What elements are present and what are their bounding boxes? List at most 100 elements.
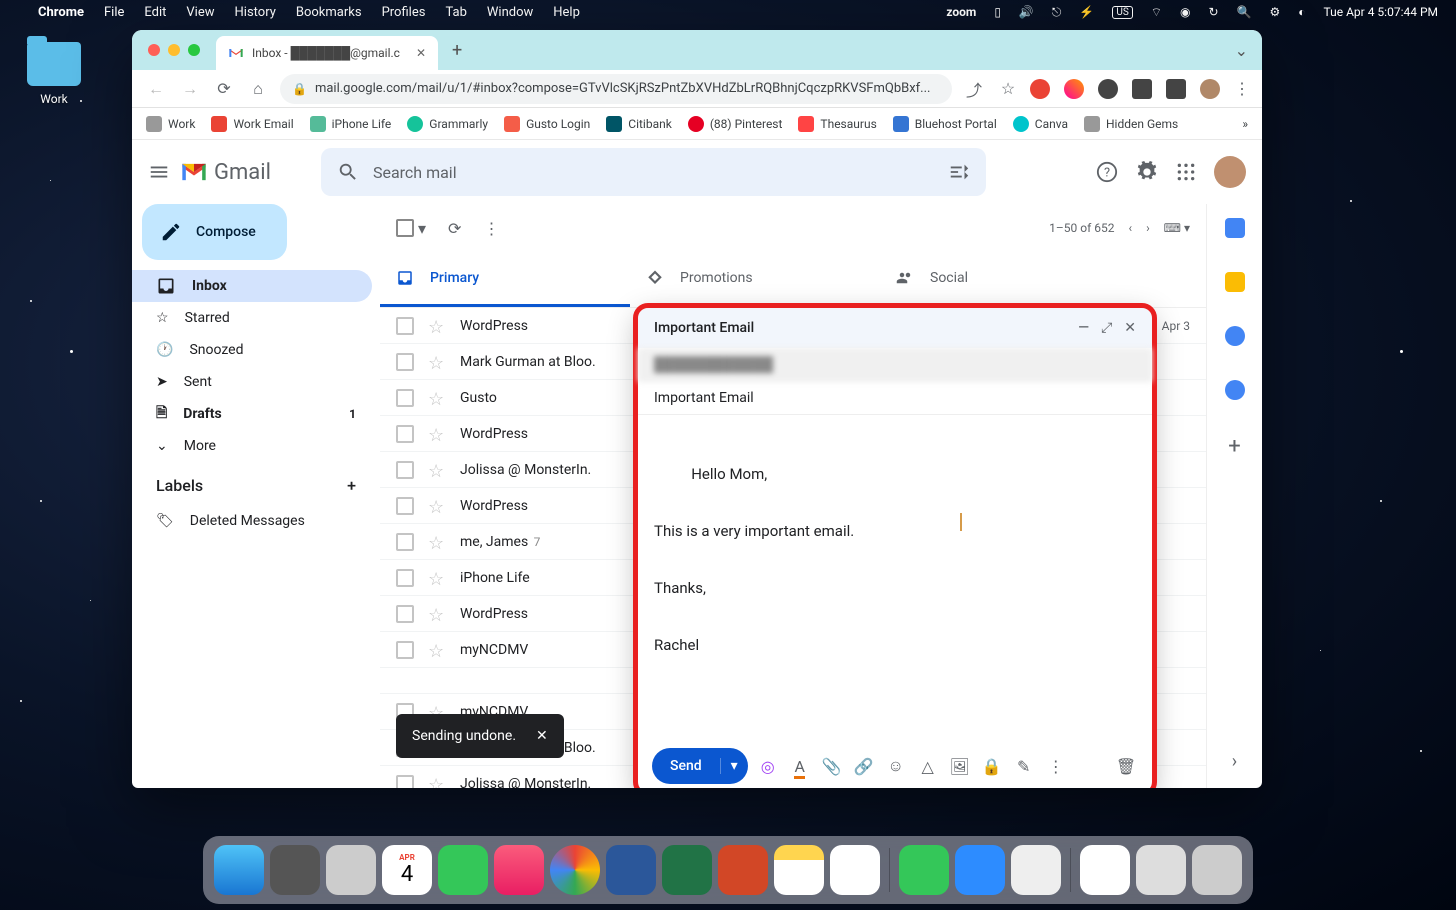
chrome-app-icon[interactable]	[550, 845, 600, 895]
insert-link-icon[interactable]: 🔗	[852, 757, 876, 776]
row-checkbox[interactable]	[396, 533, 414, 551]
row-star-icon[interactable]: ☆	[428, 641, 446, 659]
row-star-icon[interactable]: ☆	[428, 775, 446, 789]
calendar-app-icon[interactable]	[1225, 218, 1245, 238]
bookmark-citibank[interactable]: Citibank	[606, 116, 672, 132]
menu-tab[interactable]: Tab	[445, 5, 466, 20]
music-app-icon[interactable]	[494, 845, 544, 895]
row-star-icon[interactable]: ☆	[428, 497, 446, 515]
compose-button[interactable]: Compose	[142, 204, 287, 260]
extension-icon[interactable]	[1064, 79, 1084, 99]
excel-app-icon[interactable]	[662, 845, 712, 895]
bookmarks-overflow-icon[interactable]: »	[1242, 117, 1248, 131]
row-star-icon[interactable]: ☆	[428, 569, 446, 587]
contacts-app-icon[interactable]	[1225, 380, 1245, 400]
share-icon[interactable]: ⤴	[962, 77, 986, 101]
support-icon[interactable]: ?	[1096, 161, 1118, 183]
drive-icon[interactable]: △	[916, 757, 940, 776]
menu-bookmarks[interactable]: Bookmarks	[296, 5, 362, 20]
bookmark-pinterest[interactable]: (88) Pinterest	[688, 116, 783, 132]
toast-close-icon[interactable]: ✕	[536, 728, 548, 744]
hide-panel-icon[interactable]: ›	[1232, 751, 1237, 772]
next-page-icon[interactable]: ›	[1146, 221, 1150, 235]
menu-file[interactable]: File	[104, 5, 124, 20]
nav-inbox[interactable]: Inbox	[132, 270, 372, 302]
nav-sent[interactable]: ➤ Sent	[132, 366, 372, 398]
insert-emoji-icon[interactable]: ☺	[884, 756, 908, 776]
formatting-icon[interactable]: ◎	[756, 757, 780, 776]
keep-app-icon[interactable]	[1225, 272, 1245, 292]
tabs-menu-icon[interactable]: ⌄	[1235, 41, 1248, 60]
profile-avatar[interactable]	[1200, 79, 1220, 99]
zoom-app-icon[interactable]	[955, 845, 1005, 895]
input-tools-icon[interactable]: ⌨ ▾	[1164, 221, 1190, 235]
row-star-icon[interactable]: ☆	[428, 605, 446, 623]
row-checkbox[interactable]	[396, 353, 414, 371]
bookmark-thesaurus[interactable]: Thesaurus	[798, 116, 876, 132]
zoom-status[interactable]: zoom	[946, 5, 976, 19]
compose-to-field[interactable]: ████████████	[638, 348, 1152, 382]
select-all-checkbox[interactable]: ▾	[396, 219, 426, 238]
siri-icon[interactable]: ◐	[1298, 5, 1305, 19]
reload-button[interactable]: ⟳	[212, 77, 236, 101]
prev-page-icon[interactable]: ‹	[1128, 221, 1132, 235]
battery-icon[interactable]: ▯	[994, 5, 1001, 19]
forward-button[interactable]: →	[178, 77, 202, 101]
gmail-logo[interactable]: Gmail	[180, 160, 271, 185]
menu-edit[interactable]: Edit	[144, 5, 166, 20]
menu-profiles[interactable]: Profiles	[382, 5, 426, 20]
word-app-icon[interactable]	[606, 845, 656, 895]
dock-file-icon[interactable]	[1136, 845, 1186, 895]
send-button[interactable]: Send ▾	[652, 748, 748, 784]
compose-subject-field[interactable]: Important Email	[638, 382, 1152, 415]
label-deleted-messages[interactable]: 🏷 Deleted Messages	[132, 505, 372, 537]
control-center-icon[interactable]: ⚙	[1270, 5, 1281, 19]
bookmark-star-icon[interactable]: ☆	[996, 77, 1020, 101]
user-icon[interactable]: ◉	[1180, 5, 1190, 19]
preview-app-icon[interactable]	[1011, 845, 1061, 895]
apps-grid-icon[interactable]	[1176, 162, 1196, 182]
sidepanel-icon[interactable]	[1166, 79, 1186, 99]
notes-app-icon[interactable]	[774, 845, 824, 895]
menu-help[interactable]: Help	[553, 5, 580, 20]
row-checkbox[interactable]	[396, 497, 414, 515]
row-checkbox[interactable]	[396, 641, 414, 659]
text-color-icon[interactable]: A	[788, 757, 812, 776]
bookmark-work-email[interactable]: Work Email	[211, 116, 293, 132]
discard-draft-icon[interactable]: 🗑	[1114, 757, 1138, 776]
row-checkbox[interactable]	[396, 389, 414, 407]
insert-photo-icon[interactable]: 🖼	[948, 757, 972, 776]
compose-minimize-icon[interactable]: —	[1078, 320, 1089, 336]
window-close-button[interactable]	[148, 44, 160, 56]
compose-close-icon[interactable]: ✕	[1124, 320, 1136, 336]
tab-close-icon[interactable]: ✕	[416, 46, 426, 60]
cast-icon[interactable]	[1132, 79, 1152, 99]
row-star-icon[interactable]: ☆	[428, 533, 446, 551]
powerpoint-app-icon[interactable]	[718, 845, 768, 895]
bookmark-canva[interactable]: Canva	[1013, 116, 1068, 132]
row-star-icon[interactable]: ☆	[428, 389, 446, 407]
messages-app-icon[interactable]	[438, 845, 488, 895]
add-label-button[interactable]: +	[347, 476, 356, 495]
facetime-app-icon[interactable]	[899, 845, 949, 895]
row-checkbox[interactable]	[396, 605, 414, 623]
row-checkbox[interactable]	[396, 425, 414, 443]
add-app-icon[interactable]: +	[1228, 434, 1240, 459]
compose-body-textarea[interactable]: Hello Mom, This is a very important emai…	[638, 415, 1152, 740]
more-actions-icon[interactable]: ⋮	[483, 219, 499, 238]
bookmark-hidden-gems[interactable]: Hidden Gems	[1084, 116, 1178, 132]
window-minimize-button[interactable]	[168, 44, 180, 56]
account-avatar[interactable]	[1214, 156, 1246, 188]
bookmark-work[interactable]: Work	[146, 116, 195, 132]
bookmark-grammarly[interactable]: Grammarly	[407, 116, 488, 132]
nav-drafts[interactable]: 🗎 Drafts 1	[132, 398, 372, 430]
chrome-menu-icon[interactable]: ⋮	[1234, 79, 1250, 98]
confidential-mode-icon[interactable]: 🔒	[980, 757, 1004, 776]
tab-promotions[interactable]: Promotions	[630, 252, 880, 307]
charging-icon[interactable]: ⚡	[1079, 5, 1094, 19]
nav-starred[interactable]: ☆ Starred	[132, 302, 372, 334]
calendar-dock-icon[interactable]: APR 4	[382, 845, 432, 895]
attach-file-icon[interactable]: 📎	[820, 757, 844, 776]
wifi-icon[interactable]: ⌔	[1151, 5, 1162, 20]
nav-more[interactable]: ⌄ More	[132, 430, 372, 462]
